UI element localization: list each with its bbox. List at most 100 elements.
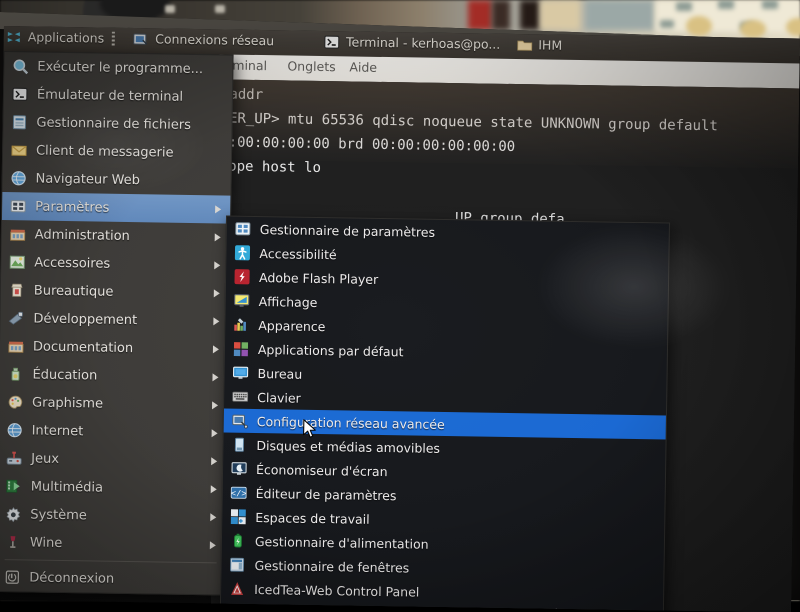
- app-menu-item-2[interactable]: Gestionnaire de fichiers: [3, 108, 231, 140]
- app-menu-item-18[interactable]: Déconnexion: [0, 563, 225, 595]
- app-menu-item-9[interactable]: Développement: [0, 304, 228, 336]
- settings-submenu-item-label: IcedTea-Web Control Panel: [254, 581, 420, 600]
- settings-submenu-item-label: Disques et médias amovibles: [256, 437, 441, 456]
- logout-icon: [4, 569, 20, 585]
- chevron-right-icon: [213, 289, 220, 298]
- window-manager-icon: [229, 557, 245, 573]
- chevron-right-icon: [212, 345, 220, 354]
- app-menu-item-0[interactable]: Exécuter le programme...: [4, 52, 232, 84]
- terminal-menu-aide[interactable]: Aide: [349, 59, 377, 74]
- display-icon: [234, 293, 250, 309]
- app-menu-item-14[interactable]: Jeux: [0, 444, 226, 476]
- settings-submenu-item-label: Gestionnaire de paramètres: [259, 221, 436, 240]
- accessibility-icon: [234, 245, 251, 261]
- settings-submenu[interactable]: Gestionnaire de paramètres Accessibilité…: [219, 215, 670, 612]
- applications-menu-button[interactable]: Applications: [0, 26, 125, 53]
- settings-editor-icon: </>: [230, 485, 247, 501]
- network-connections-icon: [133, 31, 149, 47]
- settings-submenu-item-label: Applications par défaut: [257, 341, 404, 359]
- settings-submenu-item-label: Accessibilité: [259, 245, 337, 262]
- app-menu-item-8[interactable]: Bureautique: [1, 276, 229, 308]
- app-menu-item-label: Gestionnaire de fichiers: [36, 115, 192, 133]
- app-menu-item-3[interactable]: Client de messagerie: [3, 136, 231, 168]
- documentation-icon: [8, 338, 24, 354]
- app-menu-item-label: Graphisme: [31, 394, 104, 412]
- app-menu-item-7[interactable]: Accessoires: [1, 248, 229, 280]
- applications-menu[interactable]: Exécuter le programme... Émulateur de te…: [0, 50, 234, 596]
- wine-icon: [5, 534, 21, 550]
- office-icon: [9, 282, 25, 298]
- education-icon: [7, 366, 23, 382]
- terminal-menu-onglets[interactable]: Onglets: [287, 58, 336, 74]
- app-menu-item-12[interactable]: Graphisme: [0, 388, 227, 420]
- adobe-flash-icon: [234, 269, 250, 285]
- terminal-icon: [12, 86, 28, 102]
- window-button-ihm[interactable]: IHM: [508, 30, 570, 60]
- app-menu-item-label: Déconnexion: [29, 569, 115, 587]
- settings-submenu-item-label: Gestionnaire de fenêtres: [254, 557, 410, 575]
- app-menu-item-6[interactable]: Administration: [2, 220, 230, 252]
- settings-submenu-item-label: Économiseur d'écran: [255, 461, 388, 479]
- window-button-connexions-reseau-label: Connexions réseau: [155, 31, 275, 49]
- chevron-right-icon: [211, 457, 218, 466]
- app-menu-item-label: Administration: [34, 227, 130, 244]
- app-menu-item-label: Système: [30, 506, 87, 523]
- screensaver-icon: [231, 461, 247, 477]
- settings-submenu-item-label: Configuration réseau avancée: [256, 413, 445, 432]
- settings-submenu-item-label: Espaces de travail: [255, 509, 370, 527]
- panel-separator: [112, 31, 116, 46]
- window-button-ihm-label: IHM: [538, 37, 563, 53]
- run-program-icon: [12, 58, 29, 75]
- chevron-right-icon: [210, 513, 217, 522]
- app-menu-item-15[interactable]: Multimédia: [0, 472, 226, 504]
- settings-submenu-item-label: Apparence: [258, 317, 326, 334]
- window-button-terminal-label: Terminal - kerhoas@po...: [346, 34, 501, 52]
- settings-icon: [10, 198, 26, 214]
- settings-submenu-item-label: Éditeur de paramètres: [255, 485, 397, 503]
- app-menu-item-label: Accessoires: [34, 255, 111, 272]
- mail-icon: [11, 142, 27, 158]
- app-menu-item-4[interactable]: Navigateur Web: [2, 164, 230, 196]
- graphics-icon: [7, 394, 23, 410]
- internet-icon: [7, 422, 23, 438]
- app-menu-item-label: Développement: [33, 310, 138, 328]
- app-menu-item-17[interactable]: Wine: [0, 528, 225, 560]
- network-connections-icon: [232, 413, 248, 429]
- app-menu-item-label: Exécuter le programme...: [37, 59, 204, 77]
- icedtea-icon: [229, 605, 245, 612]
- file-manager-icon: [11, 114, 27, 130]
- monitor-screen: rminal Onglets Aide addr WER_UP> mtu 6553…: [0, 26, 800, 612]
- app-menu-item-1[interactable]: Émulateur de terminal: [4, 80, 232, 112]
- terminal-icon: [324, 34, 340, 50]
- settings-submenu-item-label: Gestionnaire d'alimentation: [254, 533, 429, 552]
- app-menu-item-16[interactable]: Système: [0, 500, 226, 532]
- app-menu-item-label: Paramètres: [35, 199, 110, 216]
- folder-icon: [516, 37, 532, 53]
- app-menu-item-11[interactable]: Éducation: [0, 360, 228, 392]
- chevron-right-icon: [209, 541, 216, 550]
- app-menu-item-13[interactable]: Internet: [0, 416, 227, 448]
- administration-icon: [10, 226, 26, 242]
- app-menu-item-5[interactable]: Paramètres: [1, 191, 231, 224]
- applications-icon: [6, 29, 22, 45]
- app-menu-item-10[interactable]: Documentation: [0, 332, 228, 364]
- window-button-connexions-reseau[interactable]: Connexions réseau: [125, 26, 282, 55]
- multimedia-icon: [6, 478, 22, 494]
- workspaces-icon: [230, 509, 246, 525]
- removable-media-icon: [231, 437, 247, 453]
- icedtea-icon: [229, 581, 245, 597]
- chevron-right-icon: [210, 485, 217, 494]
- app-menu-item-label: Jeux: [31, 450, 60, 467]
- app-menu-item-label: Multimédia: [30, 478, 104, 496]
- svg-text:</>: </>: [231, 489, 246, 499]
- games-icon: [6, 450, 22, 466]
- appearance-icon: [233, 317, 249, 333]
- settings-submenu-item-label: Adobe Flash Player: [258, 269, 379, 287]
- keyboard-icon: [232, 389, 249, 405]
- chevron-right-icon: [213, 317, 220, 326]
- app-menu-item-label: Documentation: [32, 338, 134, 356]
- applications-menu-label: Applications: [27, 29, 105, 46]
- settings-submenu-item-label: Bureau: [257, 365, 303, 382]
- development-icon: [8, 310, 24, 326]
- app-menu-item-label: Wine: [29, 534, 63, 551]
